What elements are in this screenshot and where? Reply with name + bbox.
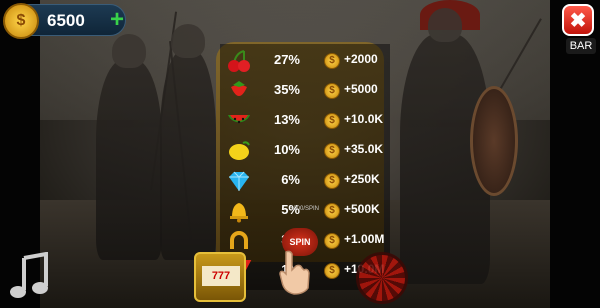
add-coins-button[interactable]: + <box>106 8 128 32</box>
reward-label: +5000 <box>344 82 378 96</box>
coin-icon: $ <box>324 173 340 189</box>
paytable-row: 13% $ +10.0K <box>220 106 390 136</box>
pointer-hand-icon <box>279 250 310 295</box>
soldier-left <box>96 34 162 260</box>
reward-label: +35.0K <box>344 142 384 156</box>
coin-icon: $ <box>324 203 340 219</box>
watermelon-icon <box>228 115 250 124</box>
chance-label: 10% <box>273 142 300 157</box>
paytable-row: 35% $ +5000 <box>220 76 390 106</box>
coin-icon: $ <box>324 263 340 279</box>
lemon-icon <box>229 141 250 160</box>
coin-balance: 6500 <box>47 11 85 30</box>
coin-icon: $ <box>324 83 340 99</box>
chance-label: 35% <box>273 82 300 97</box>
bell-icon <box>230 203 248 223</box>
coin-icon: $ <box>324 113 340 129</box>
music-note-icon[interactable] <box>8 252 52 300</box>
paytable-row: 10% $ +35.0K <box>220 136 390 166</box>
reward-label: +1.00M <box>344 232 385 246</box>
strawberry-icon <box>231 81 247 96</box>
reel-window: 777 <box>202 266 240 286</box>
paytable-row: 6% $ +250K <box>220 166 390 196</box>
slot-machine-button[interactable]: 777 <box>194 252 246 302</box>
cherry-icon <box>228 50 250 72</box>
coin-icon: $ <box>324 233 340 249</box>
coin-balance-bar: $ 6500 + <box>3 3 128 39</box>
reward-label: +250K <box>344 172 380 186</box>
close-button[interactable]: ✖ <box>562 4 594 36</box>
spin-cost-label: 5000/SPIN <box>290 206 320 212</box>
bar-label: BAR <box>566 38 596 54</box>
shield <box>470 86 518 196</box>
reward-label: +10.0K <box>344 112 384 126</box>
coin-icon: $ <box>324 53 340 69</box>
soldier-middle <box>160 24 216 260</box>
diamond-icon <box>229 171 249 191</box>
chance-label: 13% <box>273 112 300 127</box>
reward-label: +2000 <box>344 52 378 66</box>
coin-icon: $ <box>324 143 340 159</box>
chance-label: 27% <box>273 52 300 67</box>
paytable-row: 27% $ +2000 <box>220 46 390 76</box>
chance-label: 6% <box>281 172 300 187</box>
coin-icon: $ <box>3 3 39 39</box>
horseshoe-icon <box>230 231 248 249</box>
lucky-wheel-button[interactable] <box>356 252 408 304</box>
reward-label: +500K <box>344 202 380 216</box>
